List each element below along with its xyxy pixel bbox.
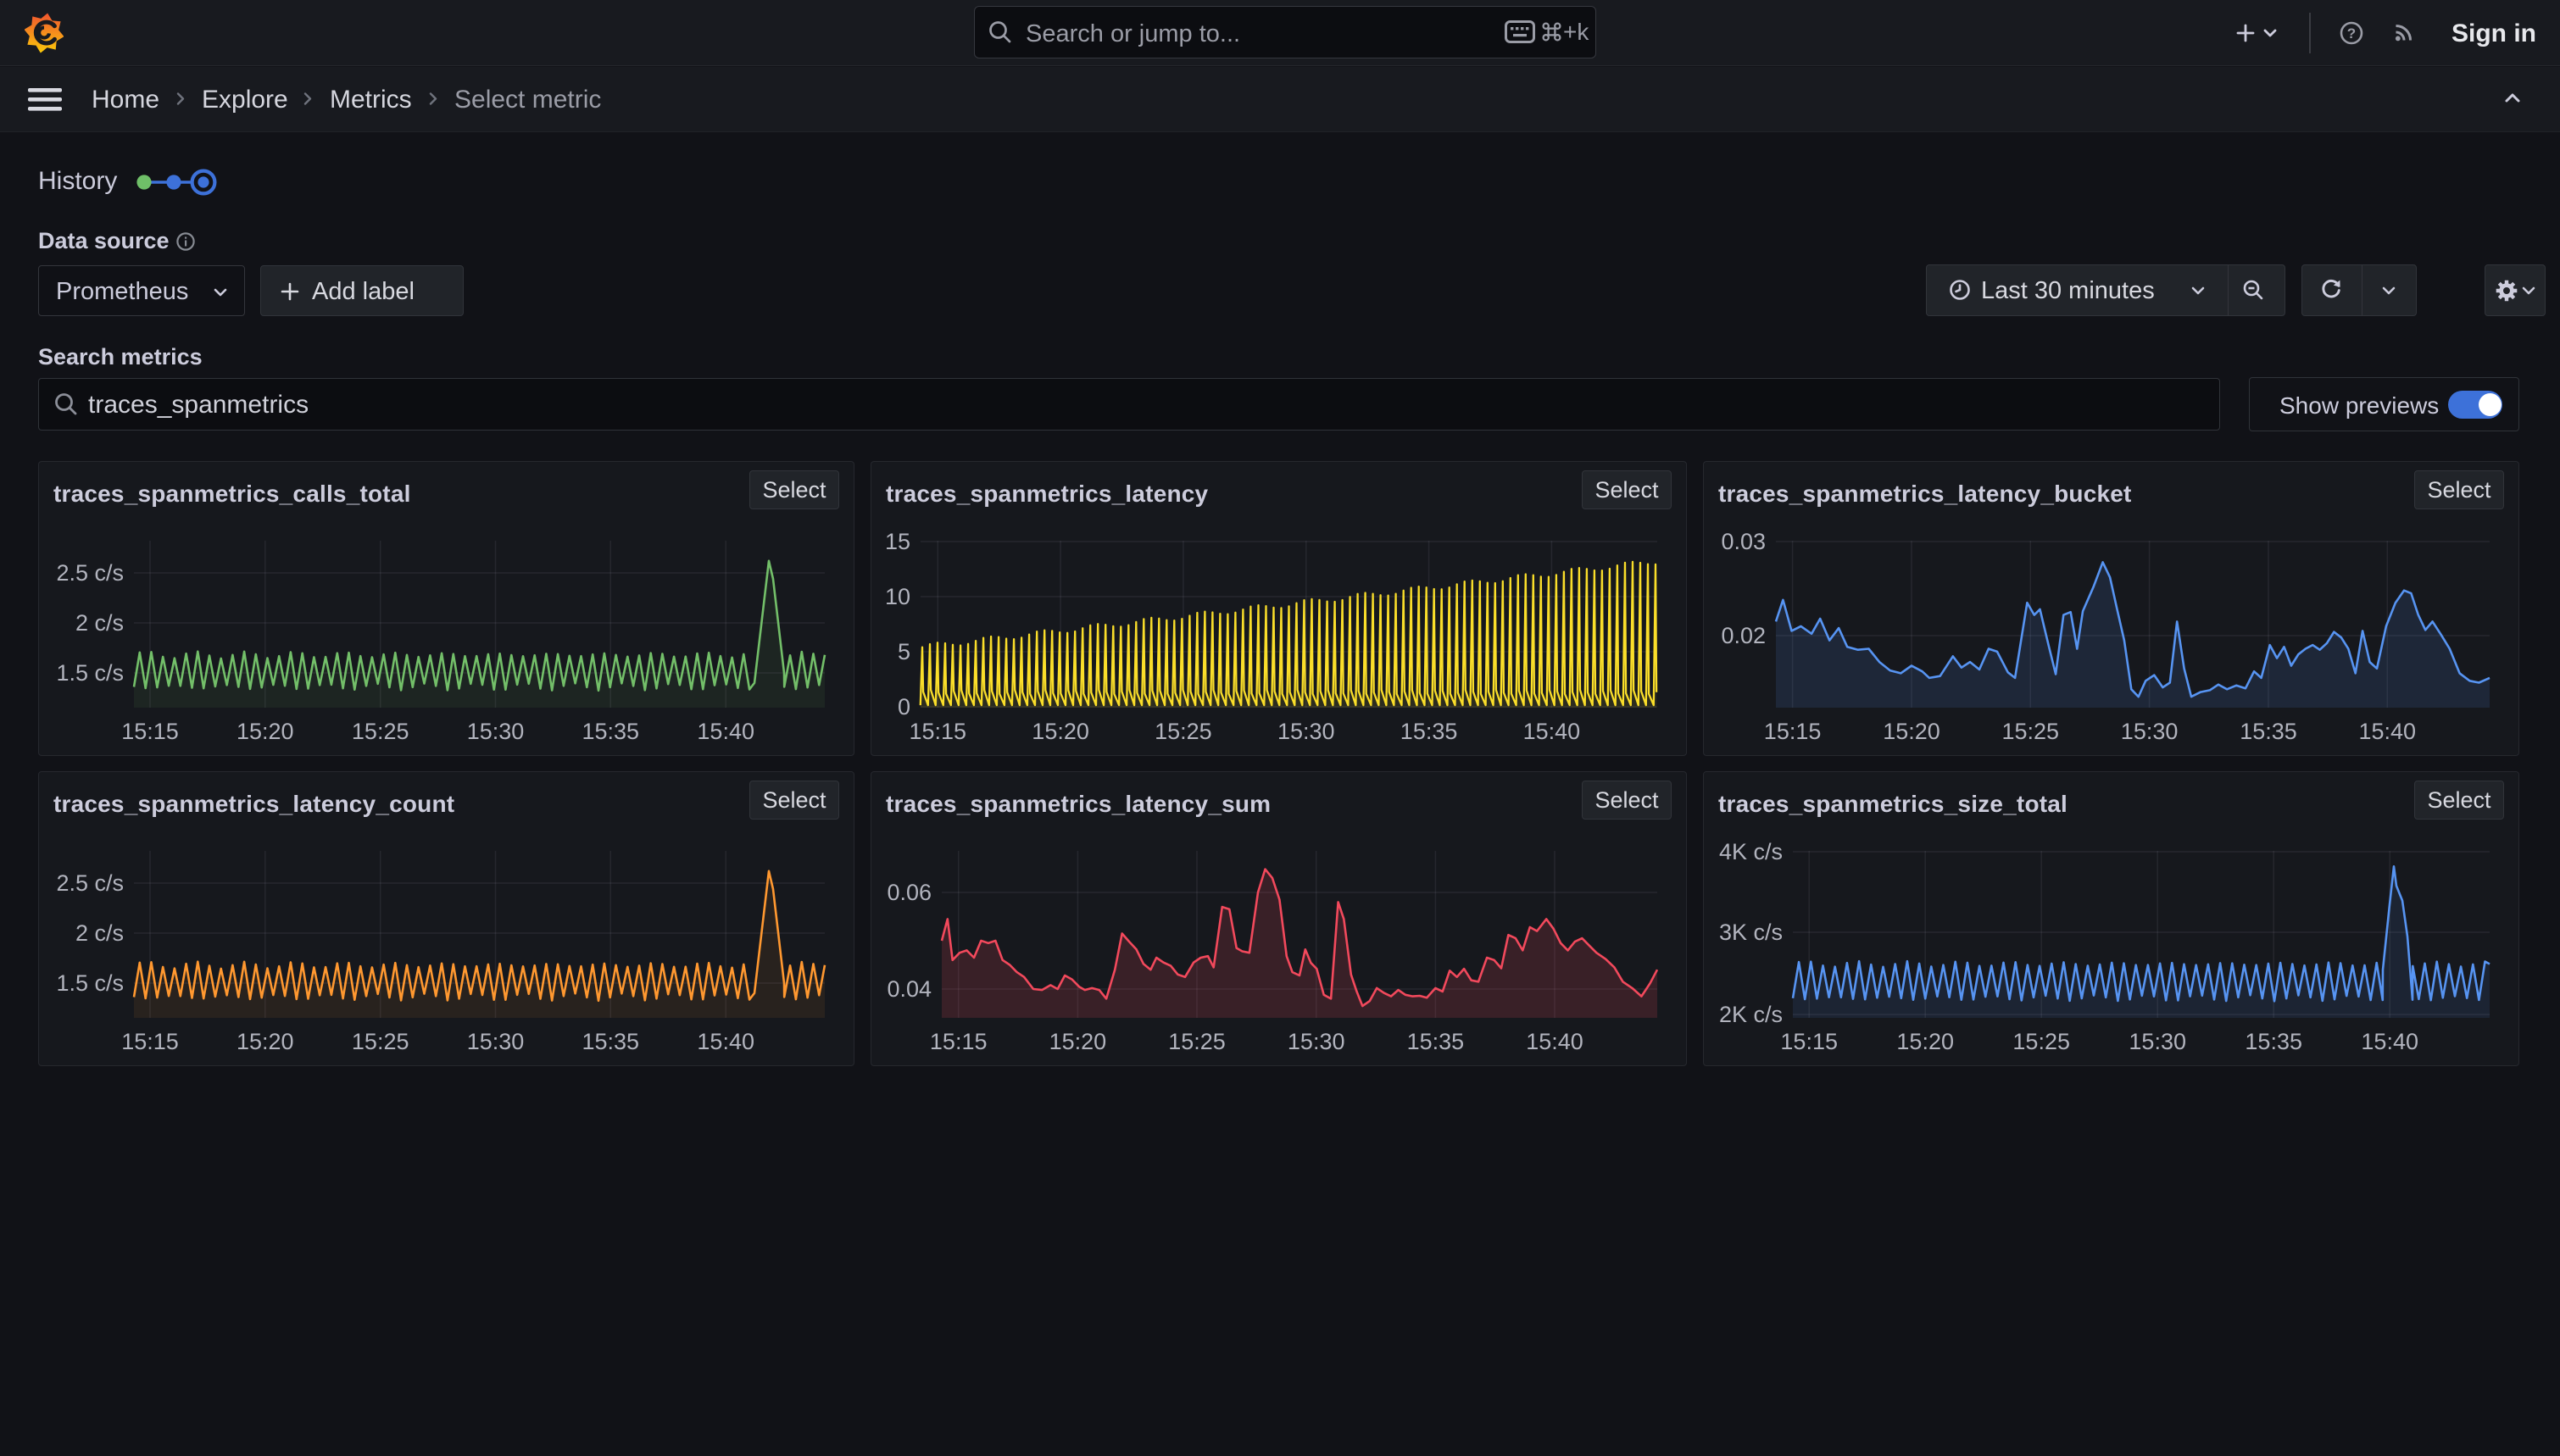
svg-text:4K c/s: 4K c/s <box>1719 839 1783 864</box>
svg-text:15:20: 15:20 <box>1896 1029 1954 1054</box>
svg-text:15:35: 15:35 <box>582 719 640 744</box>
svg-text:15:35: 15:35 <box>582 1029 640 1054</box>
svg-text:5: 5 <box>898 639 910 664</box>
svg-text:15:40: 15:40 <box>1523 719 1581 744</box>
svg-text:15:20: 15:20 <box>1883 719 1940 744</box>
svg-text:15:40: 15:40 <box>2359 719 2417 744</box>
svg-text:15:20: 15:20 <box>1049 1029 1107 1054</box>
svg-text:15:40: 15:40 <box>697 1029 754 1054</box>
svg-text:2.5 c/s: 2.5 c/s <box>56 870 124 896</box>
svg-text:15:40: 15:40 <box>2361 1029 2418 1054</box>
svg-text:15:30: 15:30 <box>1277 719 1335 744</box>
svg-text:15:30: 15:30 <box>1288 1029 1345 1054</box>
svg-text:15:25: 15:25 <box>1168 1029 1226 1054</box>
svg-text:15:15: 15:15 <box>1780 1029 1838 1054</box>
svg-text:1.5 c/s: 1.5 c/s <box>56 970 124 996</box>
svg-text:15:30: 15:30 <box>2129 1029 2186 1054</box>
svg-text:15:15: 15:15 <box>1764 719 1822 744</box>
svg-text:15:40: 15:40 <box>697 719 754 744</box>
svg-text:15:15: 15:15 <box>930 1029 988 1054</box>
svg-text:15:30: 15:30 <box>467 1029 525 1054</box>
svg-text:0.04: 0.04 <box>887 976 932 1002</box>
svg-text:15:35: 15:35 <box>2240 719 2297 744</box>
svg-text:0: 0 <box>898 694 910 720</box>
svg-text:15:20: 15:20 <box>237 1029 294 1054</box>
svg-text:15:25: 15:25 <box>1155 719 1212 744</box>
svg-text:3K c/s: 3K c/s <box>1719 920 1783 945</box>
svg-text:15:35: 15:35 <box>2245 1029 2302 1054</box>
svg-text:15:25: 15:25 <box>2012 1029 2070 1054</box>
svg-text:15:25: 15:25 <box>2002 719 2060 744</box>
svg-text:2.5 c/s: 2.5 c/s <box>56 560 124 586</box>
svg-text:2 c/s: 2 c/s <box>75 610 124 636</box>
svg-text:2K c/s: 2K c/s <box>1719 1002 1783 1027</box>
svg-text:10: 10 <box>885 584 910 609</box>
svg-text:15:20: 15:20 <box>1032 719 1089 744</box>
svg-text:15:35: 15:35 <box>1400 719 1458 744</box>
svg-text:0.03: 0.03 <box>1721 529 1766 554</box>
svg-text:15:40: 15:40 <box>1526 1029 1583 1054</box>
svg-text:15:25: 15:25 <box>352 1029 409 1054</box>
svg-text:15:30: 15:30 <box>467 719 525 744</box>
svg-text:1.5 c/s: 1.5 c/s <box>56 660 124 686</box>
svg-text:2 c/s: 2 c/s <box>75 920 124 946</box>
svg-text:15: 15 <box>885 529 910 554</box>
svg-text:0.06: 0.06 <box>887 880 932 905</box>
svg-text:15:30: 15:30 <box>2121 719 2179 744</box>
svg-text:?: ? <box>2347 25 2356 42</box>
svg-text:15:35: 15:35 <box>1407 1029 1465 1054</box>
svg-text:0.02: 0.02 <box>1721 623 1766 648</box>
svg-text:15:20: 15:20 <box>237 719 294 744</box>
svg-text:15:15: 15:15 <box>121 719 179 744</box>
svg-text:15:25: 15:25 <box>352 719 409 744</box>
svg-text:15:15: 15:15 <box>910 719 967 744</box>
svg-text:15:15: 15:15 <box>121 1029 179 1054</box>
